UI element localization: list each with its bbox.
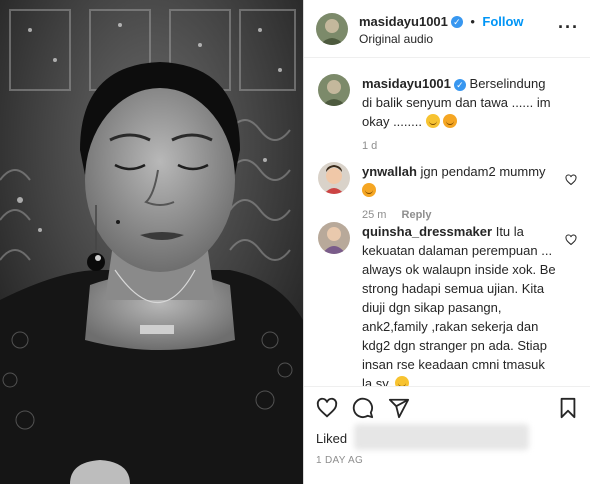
post-username[interactable]: masidayu1001 [359,14,448,29]
smile-emoji-icon [425,114,440,128]
avatar[interactable] [318,222,350,254]
post-header: masidayu1001 ✓ • Follow Original audio ··… [304,0,590,58]
reply-button[interactable]: Reply [402,209,432,221]
post-date[interactable]: 1 DAY AG [316,455,363,466]
comment-text: Itu la kekuatan dalaman perempuan ... al… [362,224,556,386]
share-icon[interactable] [388,397,410,419]
sad-emoji-icon [362,183,376,197]
caption-time: 1 d [362,140,378,152]
comment-username[interactable]: quinsha_dressmaker [362,224,492,239]
follow-button[interactable]: Follow [482,14,523,29]
upside-down-emoji-icon [443,114,458,128]
bookmark-icon[interactable] [557,397,579,419]
comment-username[interactable]: ynwallah [362,164,417,179]
comment-item: quinsha_dressmaker Itu la kekuatan dalam… [318,222,577,386]
verified-icon: ✓ [450,15,463,28]
action-bar: Liked 1 DAY AG [304,386,590,484]
video-frame-image [0,0,303,484]
post-panel: masidayu1001 ✓ • Follow Original audio ··… [303,0,590,484]
avatar[interactable] [318,162,350,194]
liked-label: Liked [316,431,348,446]
comment-time: 25 m [362,209,387,221]
blurred-likers [354,424,529,450]
verified-icon: ✓ [453,78,466,91]
separator-dot: • [470,14,475,29]
post-video[interactable] [0,0,303,484]
caption: masidayu1001 ✓ Berselindung di balik seny… [318,74,577,154]
comment-item: ynwallah jgn pendam2 mummy 25 m Reply [318,162,577,221]
comment-icon[interactable] [352,397,374,419]
blush-emoji-icon [395,376,410,386]
caption-username[interactable]: masidayu1001 [362,76,451,91]
avatar[interactable] [316,13,348,45]
comment-text: jgn pendam2 mummy [420,164,546,179]
avatar[interactable] [318,74,350,106]
more-icon[interactable]: ··· [558,17,579,38]
audio-label[interactable]: Original audio [359,32,433,46]
comments-section: masidayu1001 ✓ Berselindung di balik seny… [304,58,590,386]
heart-icon[interactable] [316,397,338,419]
heart-icon[interactable] [565,174,577,186]
heart-icon[interactable] [565,234,577,246]
